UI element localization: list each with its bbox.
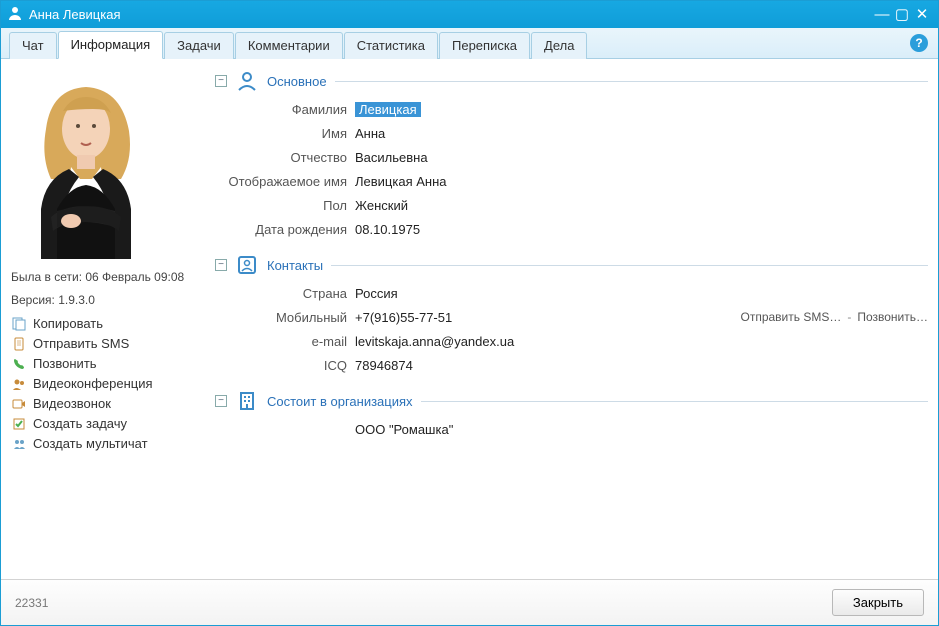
value-country[interactable]: Россия [355,286,398,301]
collapse-toggle[interactable]: − [215,75,227,87]
action-call[interactable]: Позвонить [11,355,209,373]
tab-statistics[interactable]: Статистика [344,32,438,59]
minimize-button[interactable]: — [872,7,892,22]
label-icq: ICQ [215,358,355,373]
app-icon [7,5,23,24]
contacts-icon [235,253,259,277]
tab-correspondence[interactable]: Переписка [439,32,530,59]
label-gender: Пол [215,198,355,213]
dash: - [847,310,851,324]
tab-comments[interactable]: Комментарии [235,32,343,59]
label-patronymic: Отчество [215,150,355,165]
label-email: e-mail [215,334,355,349]
action-label: Видеозвонок [33,396,111,411]
mobile-actions: Отправить SMS… - Позвонить… [740,310,928,324]
sidebar: Была в сети: 06 Февраль 09:08 Версия: 1.… [11,65,209,579]
value-name[interactable]: Анна [355,126,385,141]
collapse-toggle[interactable]: − [215,395,227,407]
tab-tasks[interactable]: Задачи [164,32,234,59]
label-name: Имя [215,126,355,141]
video-call-icon [11,396,27,412]
section-contacts-header: − Контакты [215,253,928,277]
value-mobile[interactable]: +7(916)55-77-51 [355,310,452,325]
version: Версия: 1.9.3.0 [11,292,209,309]
tab-info[interactable]: Информация [58,31,164,59]
close-window-button[interactable]: ✕ [912,7,932,22]
tabbar: Чат Информация Задачи Комментарии Статис… [1,28,938,59]
action-video-call[interactable]: Видеозвонок [11,395,209,413]
action-video-conference[interactable]: Видеоконференция [11,375,209,393]
label-birthdate: Дата рождения [215,222,355,237]
action-label: Создать мультичат [33,436,148,451]
section-title: Основное [267,74,327,89]
sms-icon [11,336,27,352]
task-icon [11,416,27,432]
titlebar: Анна Левицкая — ▢ ✕ [1,1,938,28]
section-title: Контакты [267,258,323,273]
action-create-multichat[interactable]: Создать мультичат [11,435,209,453]
action-create-task[interactable]: Создать задачу [11,415,209,433]
action-label: Позвонить [33,356,97,371]
video-conference-icon [11,376,27,392]
value-organization[interactable]: ООО "Ромашка" [355,422,453,437]
last-seen: Была в сети: 06 Февраль 09:08 [11,269,209,286]
value-email[interactable]: levitskaja.anna@yandex.ua [355,334,514,349]
value-surname[interactable]: Левицкая [355,102,421,117]
label-surname: Фамилия [215,102,355,117]
value-patronymic[interactable]: Васильевна [355,150,428,165]
section-title: Состоит в организациях [267,394,413,409]
action-label: Создать задачу [33,416,127,431]
multichat-icon [11,436,27,452]
content-area: Была в сети: 06 Февраль 09:08 Версия: 1.… [1,59,938,579]
building-icon [235,389,259,413]
value-birthdate[interactable]: 08.10.1975 [355,222,420,237]
action-send-sms[interactable]: Отправить SMS [11,335,209,353]
collapse-toggle[interactable]: − [215,259,227,271]
tab-cases[interactable]: Дела [531,32,587,59]
section-orgs-header: − Состоит в организациях [215,389,928,413]
action-label: Копировать [33,316,103,331]
tab-chat[interactable]: Чат [9,32,57,59]
status-number: 22331 [15,596,48,610]
avatar [11,69,161,259]
value-display-name[interactable]: Левицкая Анна [355,174,447,189]
section-basic-header: − Основное [215,69,928,93]
mobile-send-sms-link[interactable]: Отправить SMS… [740,310,841,324]
action-label: Видеоконференция [33,376,153,391]
copy-icon [11,316,27,332]
window-title: Анна Левицкая [29,7,121,22]
info-form: − Основное ФамилияЛевицкая ИмяАнна Отчес… [209,65,928,579]
value-icq[interactable]: 78946874 [355,358,413,373]
value-gender[interactable]: Женский [355,198,408,213]
action-copy[interactable]: Копировать [11,315,209,333]
label-mobile: Мобильный [215,310,355,325]
close-button[interactable]: Закрыть [832,589,924,616]
label-display-name: Отображаемое имя [215,174,355,189]
footer: 22331 Закрыть [1,579,938,625]
help-button[interactable]: ? [910,34,928,52]
phone-icon [11,356,27,372]
action-label: Отправить SMS [33,336,129,351]
mobile-call-link[interactable]: Позвонить… [857,310,928,324]
maximize-button[interactable]: ▢ [892,7,912,22]
label-country: Страна [215,286,355,301]
person-icon [235,69,259,93]
